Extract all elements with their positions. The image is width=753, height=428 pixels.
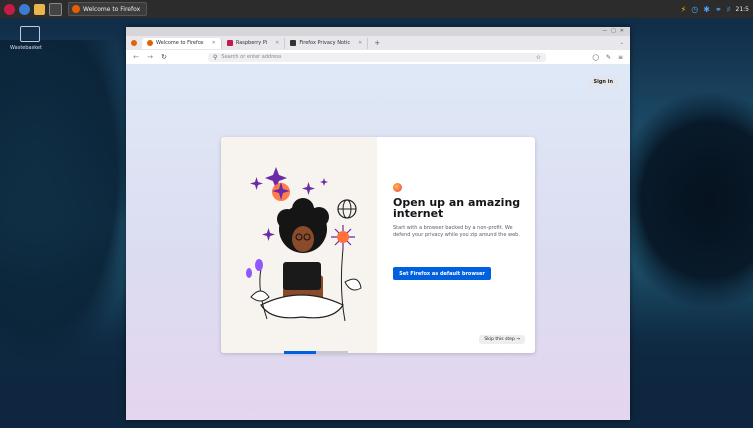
person-with-laptop-illustration bbox=[246, 167, 362, 322]
navigation-toolbar: ← → ↻ ⚲ Search or enter address ☆ ◯ ✎ ≡ bbox=[126, 50, 630, 65]
step-indicator-active bbox=[284, 351, 316, 354]
taskbar-firefox-task[interactable]: Welcome to Firefox bbox=[68, 2, 148, 16]
onboarding-text-panel: Open up an amazing internet Start with a… bbox=[377, 137, 535, 353]
wallpaper-mountain-right bbox=[613, 90, 753, 310]
raspberry-favicon-icon bbox=[226, 40, 233, 46]
pocket-icon[interactable]: ◯ bbox=[592, 54, 599, 61]
onboarding-headline: Open up an amazing internet bbox=[393, 196, 521, 220]
step-indicator-inactive bbox=[316, 351, 348, 354]
window-titlebar[interactable]: — □ ✕ bbox=[126, 27, 630, 36]
tab-label: Welcome to Firefox bbox=[156, 40, 204, 46]
url-placeholder: Search or enter address bbox=[221, 54, 282, 60]
sign-in-button[interactable]: Sign in bbox=[588, 77, 618, 87]
updates-icon[interactable]: ◷ bbox=[691, 5, 698, 14]
firefox-window: — □ ✕ Welcome to Firefox ✕ Raspberry Pi … bbox=[126, 27, 630, 420]
tab-label: Raspberry Pi bbox=[235, 40, 268, 46]
taskbar-task-label: Welcome to Firefox bbox=[83, 5, 141, 13]
search-icon: ⚲ bbox=[213, 53, 218, 61]
forward-icon[interactable]: → bbox=[146, 53, 154, 61]
browser-launcher-icon[interactable] bbox=[19, 3, 30, 15]
mozilla-favicon-icon bbox=[290, 40, 297, 46]
close-icon[interactable]: ✕ bbox=[620, 28, 624, 34]
new-tab-icon[interactable]: + bbox=[374, 39, 380, 47]
wastebasket-icon bbox=[20, 26, 40, 42]
onboarding-card: Open up an amazing internet Start with a… bbox=[221, 137, 535, 353]
minimize-icon[interactable]: — bbox=[602, 28, 607, 34]
firefox-logo-icon bbox=[393, 183, 402, 192]
extensions-icon[interactable]: ✎ bbox=[606, 54, 611, 61]
desktop-icon-wastebasket[interactable]: Wastebasket bbox=[10, 26, 42, 51]
firefox-icon bbox=[72, 5, 80, 13]
wifi-icon[interactable]: ⚭ bbox=[715, 5, 722, 14]
maximize-icon[interactable]: □ bbox=[611, 28, 616, 34]
tab-close-icon[interactable]: ✕ bbox=[358, 40, 362, 46]
window-controls: — □ ✕ bbox=[602, 28, 624, 34]
folder-launcher-icon[interactable] bbox=[34, 3, 45, 15]
system-tray: ⚡ ◷ ✱ ⚭ ♯ 21:5 bbox=[681, 5, 753, 14]
reload-icon[interactable]: ↻ bbox=[160, 53, 168, 61]
bluetooth-icon[interactable]: ✱ bbox=[703, 5, 710, 14]
tab-label: Firefox Privacy Notic bbox=[299, 40, 351, 46]
power-icon[interactable]: ⚡ bbox=[681, 5, 687, 14]
clock[interactable]: 21:5 bbox=[736, 6, 749, 13]
toolbar-right: ◯ ✎ ≡ bbox=[592, 54, 623, 61]
firefox-favicon-icon bbox=[147, 40, 153, 46]
menu-icon[interactable]: ≡ bbox=[618, 54, 623, 61]
tab-bar: Welcome to Firefox ✕ Raspberry Pi ✕ Fire… bbox=[126, 36, 630, 50]
onboarding-illustration bbox=[221, 137, 377, 353]
list-all-tabs-icon[interactable]: ⌄ bbox=[620, 40, 624, 46]
page-content: Sign in Open up an amazing internet Star… bbox=[126, 64, 630, 420]
firefox-view-icon[interactable] bbox=[131, 40, 137, 46]
onboarding-description: Start with a browser backed by a non-pro… bbox=[393, 225, 520, 238]
desktop-icon-label: Wastebasket bbox=[10, 45, 42, 51]
url-bar[interactable]: ⚲ Search or enter address ☆ bbox=[208, 52, 546, 62]
tab-close-icon[interactable]: ✕ bbox=[212, 40, 216, 46]
tab-privacy-notice[interactable]: Firefox Privacy Notic ✕ bbox=[285, 37, 369, 49]
volume-icon[interactable]: ♯ bbox=[727, 5, 731, 14]
tab-welcome[interactable]: Welcome to Firefox ✕ bbox=[142, 37, 222, 49]
raspberry-menu-icon[interactable] bbox=[4, 3, 15, 15]
taskbar: Welcome to Firefox ⚡ ◷ ✱ ⚭ ♯ 21:5 bbox=[0, 0, 753, 18]
skip-step-button[interactable]: Skip this step → bbox=[479, 335, 525, 344]
terminal-launcher-icon[interactable] bbox=[49, 2, 62, 16]
tab-close-icon[interactable]: ✕ bbox=[275, 40, 279, 46]
bookmark-star-icon[interactable]: ☆ bbox=[536, 54, 541, 61]
tab-raspberry-pi[interactable]: Raspberry Pi ✕ bbox=[222, 37, 286, 49]
set-default-browser-button[interactable]: Set Firefox as default browser bbox=[393, 267, 491, 280]
back-icon[interactable]: ← bbox=[132, 53, 140, 61]
